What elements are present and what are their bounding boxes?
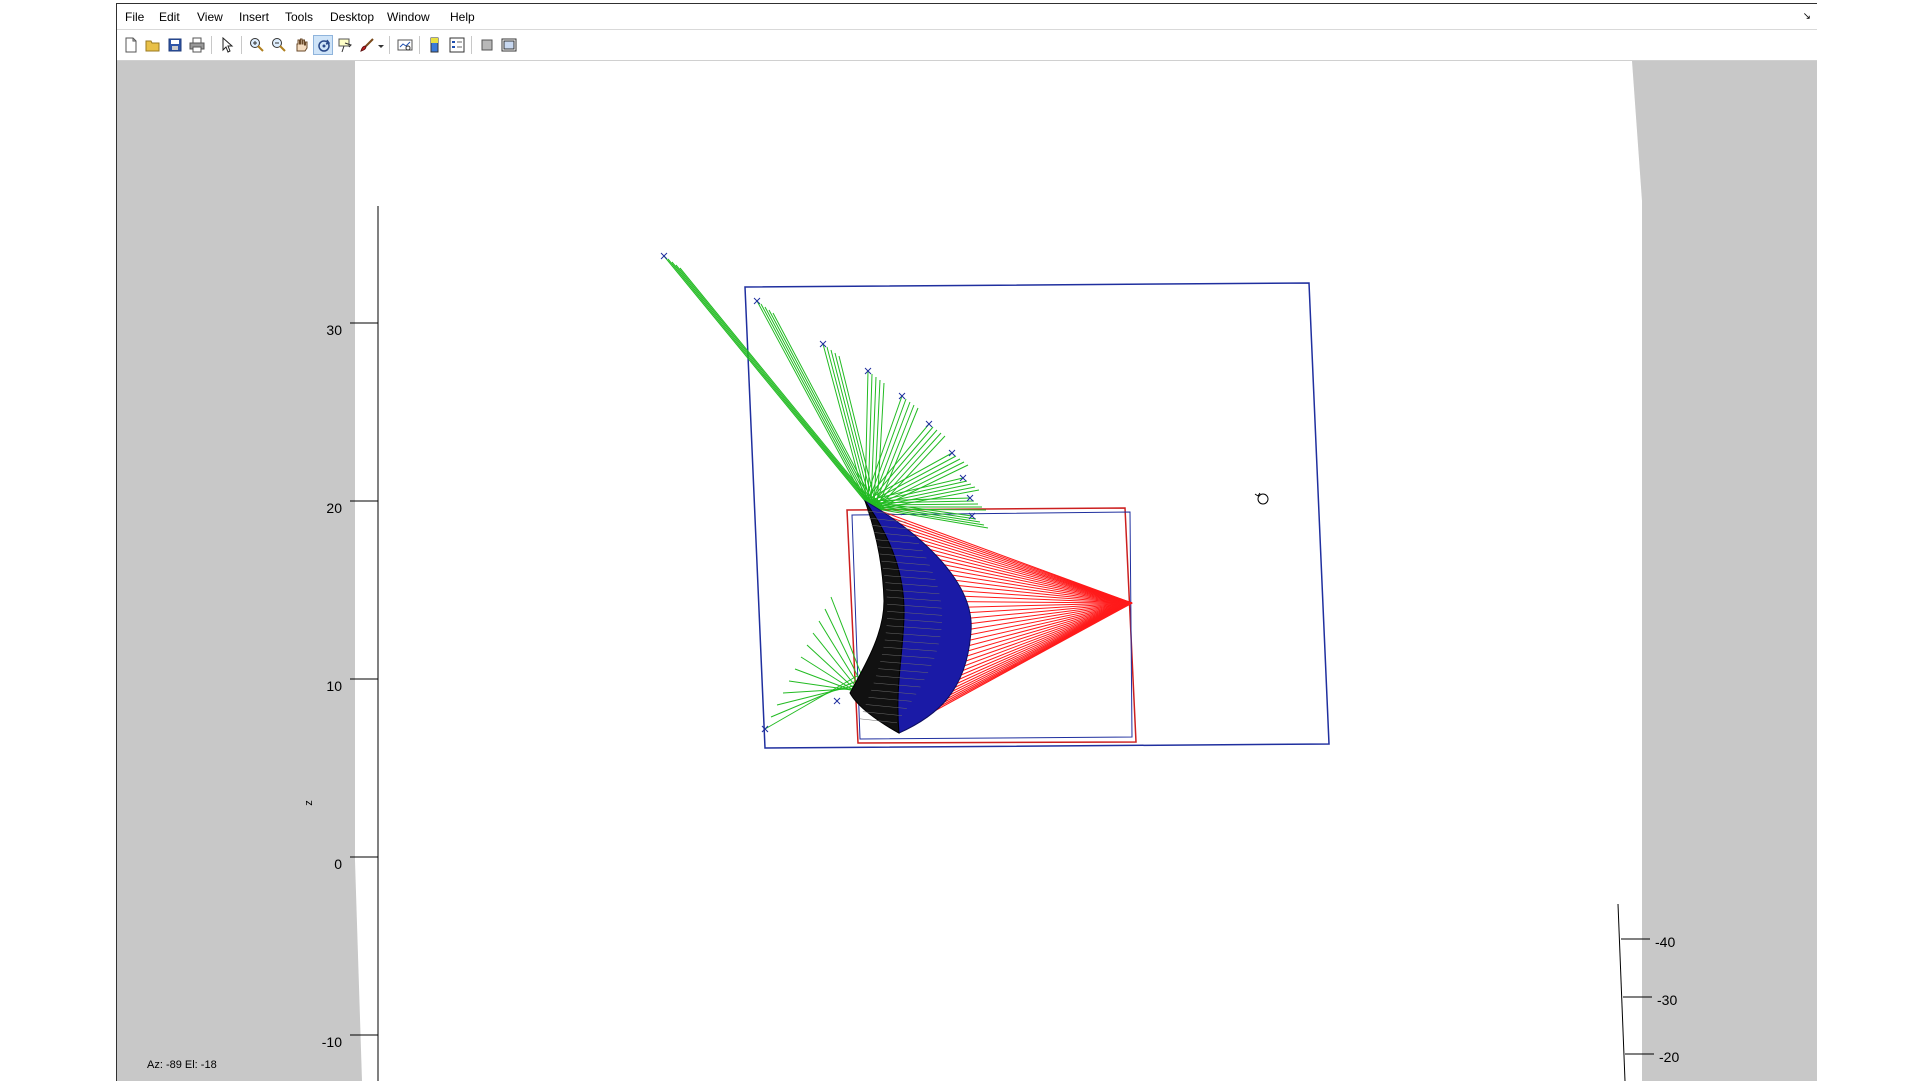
menu-edit[interactable]: Edit	[159, 10, 180, 24]
pan-icon[interactable]	[291, 35, 311, 55]
data-cursor-icon[interactable]	[335, 35, 355, 55]
menu-bar: File Edit View Insert Tools Desktop Wind…	[117, 4, 1817, 30]
menu-view[interactable]: View	[197, 10, 223, 24]
z-tick-label: 10	[326, 678, 342, 694]
view-angle-status: Az: -89 El: -18	[147, 1059, 217, 1071]
figure-window: File Edit View Insert Tools Desktop Wind…	[116, 3, 1817, 1081]
toolbar-separator	[211, 36, 212, 54]
menu-tools[interactable]: Tools	[285, 10, 313, 24]
zoom-out-icon[interactable]	[269, 35, 289, 55]
toolbar-separator	[471, 36, 472, 54]
brush-dropdown-icon[interactable]	[375, 35, 385, 55]
save-figure-icon[interactable]	[165, 35, 185, 55]
axes-3d[interactable]: 30 20 10 0 -10 z -40 -30 -20	[117, 61, 1817, 1081]
legend-icon[interactable]	[447, 35, 467, 55]
colorbar-icon[interactable]	[425, 35, 445, 55]
show-plot-tools-icon[interactable]	[499, 35, 519, 55]
brush-icon[interactable]	[357, 35, 377, 55]
figure-canvas[interactable]: 30 20 10 0 -10 z -40 -30 -20 Az: -89 El:…	[117, 61, 1817, 1081]
hide-plot-tools-icon[interactable]	[477, 35, 497, 55]
menu-window[interactable]: Window	[387, 10, 430, 24]
z-tick-label: 30	[326, 322, 342, 338]
figure-toolbar	[117, 30, 1817, 61]
z-tick-label: 20	[326, 500, 342, 516]
toolbar-separator	[389, 36, 390, 54]
y-tick-label: -20	[1659, 1049, 1679, 1065]
toolbar-separator	[419, 36, 420, 54]
menu-desktop[interactable]: Desktop	[330, 10, 374, 24]
restore-window-icon[interactable]: ↘	[1803, 11, 1811, 22]
print-figure-icon[interactable]	[187, 35, 207, 55]
menu-file[interactable]: File	[125, 10, 144, 24]
toolbar-separator	[241, 36, 242, 54]
z-tick-label: 0	[334, 856, 342, 872]
z-axis-label: z	[303, 800, 315, 806]
menu-insert[interactable]: Insert	[239, 10, 269, 24]
zoom-in-icon[interactable]	[247, 35, 267, 55]
edit-plot-icon[interactable]	[217, 35, 237, 55]
menu-help[interactable]: Help	[450, 10, 475, 24]
link-plot-icon[interactable]	[395, 35, 415, 55]
z-tick-label: -10	[322, 1034, 342, 1050]
open-file-icon[interactable]	[143, 35, 163, 55]
new-figure-icon[interactable]	[121, 35, 141, 55]
axes-background	[355, 61, 1642, 1081]
rotate-3d-icon[interactable]	[313, 35, 333, 55]
y-tick-label: -30	[1657, 992, 1677, 1008]
y-tick-label: -40	[1655, 934, 1675, 950]
